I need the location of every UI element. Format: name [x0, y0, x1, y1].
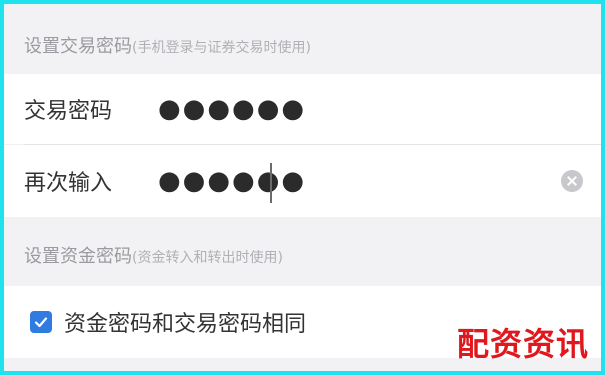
watermark: 配资资讯: [456, 325, 589, 363]
confirm-password-row[interactable]: 再次输入 ●●●●●●: [4, 145, 601, 217]
same-password-label: 资金密码和交易密码相同: [64, 312, 307, 337]
checkmark-icon: [34, 317, 48, 328]
app-screen: 设置交易密码(手机登录与证券交易时使用) 交易密码 ●●●●●● 再次输入 ●●…: [0, 0, 605, 375]
confirm-password-label: 再次输入: [24, 171, 113, 196]
section-title: 设置资金密码: [24, 246, 132, 267]
section-subtitle: (手机登录与证券交易时使用): [132, 40, 311, 56]
confirm-password-input[interactable]: ●●●●●●: [158, 166, 306, 196]
same-password-checkbox[interactable]: [30, 311, 52, 333]
trade-password-label: 交易密码: [24, 99, 113, 124]
trade-password-row[interactable]: 交易密码 ●●●●●●: [4, 74, 601, 144]
trade-password-input[interactable]: ●●●●●●: [158, 94, 306, 124]
section-title: 设置交易密码: [24, 36, 132, 57]
text-cursor: [270, 163, 272, 203]
section-header-fund-password: 设置资金密码(资金转入和转出时使用): [4, 242, 601, 268]
section-header-trade-password: 设置交易密码(手机登录与证券交易时使用): [4, 32, 601, 58]
section-subtitle: (资金转入和转出时使用): [132, 250, 283, 266]
clear-icon[interactable]: [561, 170, 583, 192]
